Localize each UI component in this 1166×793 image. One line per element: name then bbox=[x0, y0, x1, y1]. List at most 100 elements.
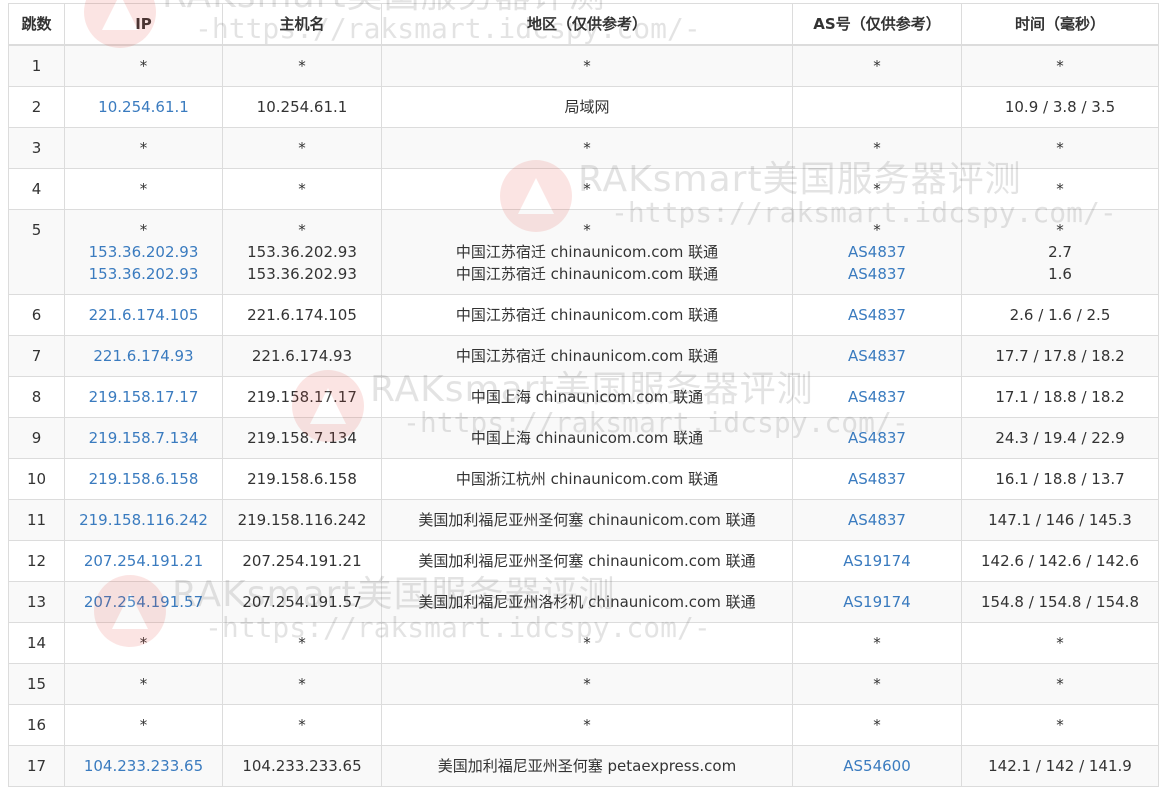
header-hostname: 主机名 bbox=[222, 3, 382, 46]
cell-region-text: 中国上海 chinaunicom.com 联通 bbox=[470, 388, 704, 406]
ip-link[interactable]: 153.36.202.93 bbox=[65, 263, 222, 285]
cell-region: 中国浙江杭州 chinaunicom.com 联通 bbox=[381, 458, 793, 500]
ip-link[interactable]: 221.6.174.105 bbox=[65, 304, 222, 326]
cell-hostname-text: * bbox=[298, 221, 306, 239]
cell-hostname: 104.233.233.65 bbox=[222, 745, 382, 787]
ip-link[interactable]: 207.254.191.21 bbox=[65, 550, 222, 572]
cell-hostname: 207.254.191.57 bbox=[222, 581, 382, 623]
cell-ip: * bbox=[64, 44, 223, 87]
cell-region: 局域网 bbox=[381, 86, 793, 128]
cell-hop: 12 bbox=[8, 540, 65, 582]
cell-hostname: * bbox=[222, 622, 382, 664]
cell-time: * bbox=[961, 704, 1159, 746]
cell-time: * bbox=[961, 127, 1159, 169]
cell-region: 美国加利福尼亚州洛杉机 chinaunicom.com 联通 bbox=[381, 581, 793, 623]
cell-region-text: 美国加利福尼亚州圣何塞 chinaunicom.com 联通 bbox=[418, 511, 756, 529]
cell-region: 美国加利福尼亚州圣何塞 chinaunicom.com 联通 bbox=[381, 499, 793, 541]
cell-region: * bbox=[381, 663, 793, 705]
cell-region-text: 中国江苏宿迁 chinaunicom.com 联通 bbox=[455, 347, 719, 365]
cell-hostname: 207.254.191.21 bbox=[222, 540, 382, 582]
as-link[interactable]: AS19174 bbox=[793, 591, 961, 613]
ip-link[interactable]: 153.36.202.93 bbox=[65, 241, 222, 263]
as-link[interactable]: AS4837 bbox=[793, 427, 961, 449]
cell-as: AS19174 bbox=[792, 540, 962, 582]
cell-as-text bbox=[793, 96, 961, 118]
cell-hop: 1 bbox=[8, 44, 65, 87]
cell-time: 17.7 / 17.8 / 18.2 bbox=[961, 335, 1159, 377]
cell-hostname-text: 219.158.17.17 bbox=[247, 388, 357, 406]
ip-link[interactable]: 219.158.6.158 bbox=[65, 468, 222, 490]
cell-ip: 221.6.174.105 bbox=[64, 294, 223, 336]
cell-as: * bbox=[792, 663, 962, 705]
table-row: 13 207.254.191.57 207.254.191.57 美国加利福尼亚州洛杉… bbox=[8, 581, 1159, 623]
cell-hop: 7 bbox=[8, 335, 65, 377]
cell-time-text: 16.1 / 18.8 / 13.7 bbox=[995, 470, 1125, 488]
cell-hostname-text: 207.254.191.21 bbox=[242, 552, 362, 570]
as-link[interactable]: AS19174 bbox=[793, 550, 961, 572]
cell-time: 10.9 / 3.8 / 3.5 bbox=[961, 86, 1159, 128]
as-link[interactable]: AS4837 bbox=[793, 345, 961, 367]
cell-hop: 4 bbox=[8, 168, 65, 210]
as-link[interactable]: AS4837 bbox=[793, 468, 961, 490]
table-row: 16 * * * * * bbox=[8, 704, 1159, 746]
cell-region: * bbox=[381, 44, 793, 87]
cell-region: 中国江苏宿迁 chinaunicom.com 联通 bbox=[381, 294, 793, 336]
as-link[interactable]: AS4837 bbox=[793, 509, 961, 531]
cell-ip-text: * bbox=[139, 221, 148, 239]
cell-ip-text: * bbox=[139, 180, 148, 198]
as-link[interactable]: AS4837 bbox=[793, 386, 961, 408]
table-row: 6 221.6.174.105 221.6.174.105 中国江苏宿迁 chinau… bbox=[8, 294, 1159, 336]
as-link[interactable]: AS4837 bbox=[793, 263, 961, 285]
cell-as: AS4837 bbox=[792, 458, 962, 500]
cell-time: * bbox=[961, 44, 1159, 87]
cell-hostname-text: 221.6.174.105 bbox=[247, 306, 357, 324]
cell-as-text: * bbox=[873, 716, 881, 734]
cell-as: * AS4837 AS4837 bbox=[792, 209, 962, 295]
cell-region: * bbox=[381, 622, 793, 664]
cell-ip: * bbox=[64, 127, 223, 169]
table-row: 2 10.254.61.1 10.254.61.1 局域网 10.9 / 3.8 / … bbox=[8, 86, 1159, 128]
cell-as bbox=[792, 86, 962, 128]
cell-hostname-text: 221.6.174.93 bbox=[251, 347, 353, 365]
as-link[interactable]: AS54600 bbox=[793, 755, 961, 777]
cell-hostname-text: * bbox=[298, 716, 306, 734]
cell-ip: 10.254.61.1 bbox=[64, 86, 223, 128]
table-row: 4 * * * * * bbox=[8, 168, 1159, 210]
ip-link[interactable]: 10.254.61.1 bbox=[65, 96, 222, 118]
cell-ip: * bbox=[64, 663, 223, 705]
cell-region-text: * bbox=[583, 57, 591, 75]
cell-region-text: * bbox=[583, 139, 591, 157]
cell-hostname: 219.158.6.158 bbox=[222, 458, 382, 500]
cell-region-text: 中国江苏宿迁 chinaunicom.com 联通 bbox=[455, 243, 719, 261]
cell-as: AS4837 bbox=[792, 335, 962, 377]
ip-link[interactable]: 219.158.116.242 bbox=[65, 509, 222, 531]
cell-hostname: * bbox=[222, 127, 382, 169]
ip-link[interactable]: 219.158.7.134 bbox=[65, 427, 222, 449]
ip-link[interactable]: 219.158.17.17 bbox=[65, 386, 222, 408]
cell-time-text: * bbox=[1056, 634, 1064, 652]
cell-region-text: * bbox=[583, 634, 591, 652]
cell-hostname: 221.6.174.93 bbox=[222, 335, 382, 377]
as-link[interactable]: AS4837 bbox=[793, 241, 961, 263]
cell-as-text: * bbox=[873, 675, 881, 693]
ip-link[interactable]: 207.254.191.57 bbox=[65, 591, 222, 613]
cell-as: * bbox=[792, 168, 962, 210]
cell-ip: 219.158.7.134 bbox=[64, 417, 223, 459]
cell-time-text: 17.7 / 17.8 / 18.2 bbox=[995, 347, 1125, 365]
cell-time-text: 1.6 bbox=[1048, 265, 1072, 283]
ip-link[interactable]: 104.233.233.65 bbox=[65, 755, 222, 777]
cell-time-text: * bbox=[1056, 716, 1064, 734]
cell-region-text: 局域网 bbox=[564, 98, 610, 116]
table-row: 10 219.158.6.158 219.158.6.158 中国浙江杭州 china… bbox=[8, 458, 1159, 500]
ip-link[interactable]: 221.6.174.93 bbox=[65, 345, 222, 367]
as-link[interactable]: AS4837 bbox=[793, 304, 961, 326]
cell-hostname: 221.6.174.105 bbox=[222, 294, 382, 336]
cell-time-text: 2.7 bbox=[1048, 243, 1072, 261]
cell-as-text: * bbox=[873, 180, 881, 198]
cell-hostname-text: 153.36.202.93 bbox=[247, 243, 357, 261]
cell-ip-text: * bbox=[139, 675, 148, 693]
cell-region: * bbox=[381, 704, 793, 746]
cell-hostname-text: 219.158.116.242 bbox=[237, 511, 367, 529]
table-row: 9 219.158.7.134 219.158.7.134 中国上海 chinauni… bbox=[8, 417, 1159, 459]
table-header-row: 跳数 IP 主机名 地区（仅供参考） AS号（仅供参考） 时间（毫秒） bbox=[8, 3, 1159, 46]
